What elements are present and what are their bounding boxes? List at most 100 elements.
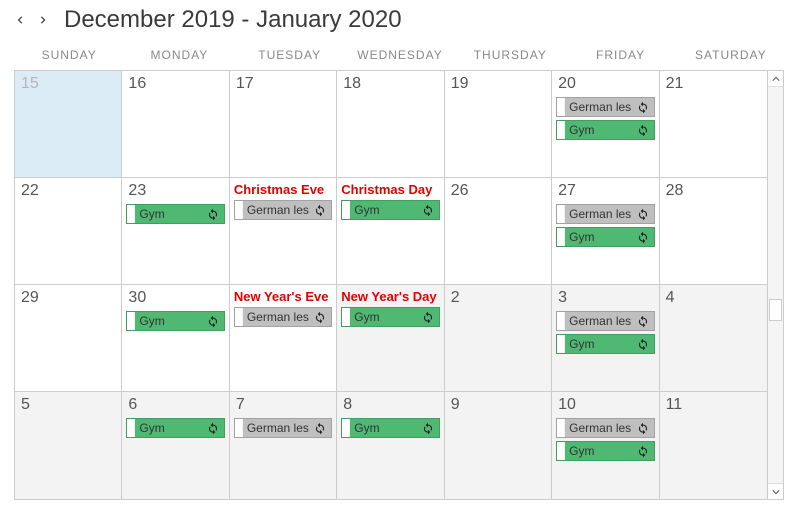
event-status-stripe — [127, 419, 135, 437]
event-label: Gym — [135, 314, 204, 328]
recurring-icon — [420, 202, 436, 218]
event-gym[interactable]: Gym — [126, 204, 224, 224]
calendar-cell[interactable]: 18 — [337, 71, 444, 178]
day-number: 9 — [451, 396, 460, 414]
event-german-lesson[interactable]: German les — [234, 307, 332, 327]
event-german-lesson[interactable]: German les — [556, 204, 654, 224]
calendar-cell[interactable]: 2 — [445, 285, 552, 392]
weekday-header-row: SUNDAY MONDAY TUESDAY WEDNESDAY THURSDAY… — [0, 46, 800, 70]
event-label: German les — [565, 100, 634, 114]
day-number: 15 — [21, 75, 39, 93]
weekday-saturday: SATURDAY — [676, 46, 786, 70]
event-label: German les — [565, 421, 634, 435]
scroll-thumb[interactable] — [769, 299, 782, 321]
event-german-lesson[interactable]: German les — [556, 418, 654, 438]
event-gym[interactable]: Gym — [126, 418, 224, 438]
recurring-icon — [312, 420, 328, 436]
event-german-lesson[interactable]: German les — [234, 200, 332, 220]
calendar-cell[interactable]: 20 German les Gym — [552, 71, 659, 178]
calendar-cell[interactable]: 11 — [660, 392, 767, 499]
recurring-icon — [635, 99, 651, 115]
day-number: 30 — [128, 289, 146, 307]
event-label: Gym — [135, 421, 204, 435]
event-label: Gym — [350, 203, 419, 217]
vertical-scrollbar[interactable] — [768, 70, 784, 500]
calendar-cell[interactable]: 26 — [445, 178, 552, 285]
calendar-cell[interactable]: 27German lesGym — [552, 178, 659, 285]
calendar-cell[interactable]: 9 — [445, 392, 552, 499]
event-german-lesson[interactable]: German les — [234, 418, 332, 438]
event-list: Gym — [126, 311, 224, 331]
event-gym[interactable]: Gym — [556, 334, 654, 354]
next-arrow[interactable] — [36, 13, 50, 27]
event-label: Gym — [565, 230, 634, 244]
day-number: 22 — [21, 182, 39, 200]
event-gym[interactable]: Gym — [341, 307, 439, 327]
event-gym[interactable]: Gym — [556, 120, 654, 140]
event-label: Gym — [565, 444, 634, 458]
calendar-cell[interactable]: 29 — [15, 285, 122, 392]
calendar-cell[interactable]: 4 — [660, 285, 767, 392]
weekday-wednesday: WEDNESDAY — [345, 46, 455, 70]
day-number: 20 — [558, 75, 576, 93]
calendar-cell[interactable]: 7German les — [230, 392, 337, 499]
day-number: 8 — [343, 396, 352, 414]
event-gym[interactable]: Gym — [341, 200, 439, 220]
calendar-cell[interactable]: New Year's Eve German les — [230, 285, 337, 392]
event-label: German les — [243, 203, 312, 217]
calendar-cell[interactable]: 5 — [15, 392, 122, 499]
recurring-icon — [635, 420, 651, 436]
recurring-icon — [635, 229, 651, 245]
calendar-cell[interactable]: 6 Gym — [122, 392, 229, 499]
event-list: German les — [234, 200, 332, 220]
calendar-cell[interactable]: 23Gym — [122, 178, 229, 285]
recurring-icon — [312, 202, 328, 218]
scroll-down-button[interactable] — [768, 483, 783, 499]
event-status-stripe — [557, 228, 565, 246]
event-gym[interactable]: Gym — [126, 311, 224, 331]
calendar-cell[interactable]: 3German lesGym — [552, 285, 659, 392]
calendar-cell[interactable]: 17 — [230, 71, 337, 178]
calendar-cell[interactable]: 28 — [660, 178, 767, 285]
event-list: Gym — [341, 200, 439, 220]
calendar-cell[interactable]: Christmas EveGerman les — [230, 178, 337, 285]
calendar-cell[interactable]: New Year's DayGym — [337, 285, 444, 392]
day-number: 17 — [236, 75, 254, 93]
event-gym[interactable]: Gym — [556, 227, 654, 247]
day-number: 28 — [666, 182, 684, 200]
event-gym[interactable]: Gym — [556, 441, 654, 461]
event-german-lesson[interactable]: German les — [556, 97, 654, 117]
event-label: Gym — [565, 123, 634, 137]
event-list: Gym — [126, 418, 224, 438]
event-list: German les — [234, 307, 332, 327]
event-status-stripe — [557, 98, 565, 116]
event-label: German les — [565, 207, 634, 221]
calendar-cell[interactable]: 15 — [15, 71, 122, 178]
weekday-thursday: THURSDAY — [455, 46, 565, 70]
prev-arrow[interactable] — [14, 13, 28, 27]
event-german-lesson[interactable]: German les — [556, 311, 654, 331]
event-label: Gym — [350, 310, 419, 324]
event-list: Gym — [341, 307, 439, 327]
day-number: 5 — [21, 396, 30, 414]
recurring-icon — [420, 420, 436, 436]
recurring-icon — [635, 313, 651, 329]
event-label: Gym — [135, 207, 204, 221]
scroll-up-button[interactable] — [768, 71, 783, 87]
day-number: 6 — [128, 396, 137, 414]
calendar-grid: 151617181920German lesGym212223GymChrist… — [14, 70, 768, 500]
calendar-cell[interactable]: 8 Gym — [337, 392, 444, 499]
calendar-cell[interactable]: 10German lesGym — [552, 392, 659, 499]
calendar-cell[interactable]: Christmas Day Gym — [337, 178, 444, 285]
event-list: Gym — [126, 204, 224, 224]
event-list: German les Gym — [556, 97, 654, 140]
calendar-cell[interactable]: 16 — [122, 71, 229, 178]
calendar-cell[interactable]: 21 — [660, 71, 767, 178]
holiday-label: Christmas Day — [341, 182, 432, 197]
calendar-cell[interactable]: 19 — [445, 71, 552, 178]
event-label: Gym — [565, 337, 634, 351]
calendar-cell[interactable]: 22 — [15, 178, 122, 285]
holiday-label: New Year's Eve — [234, 289, 329, 304]
event-gym[interactable]: Gym — [341, 418, 439, 438]
calendar-cell[interactable]: 30 Gym — [122, 285, 229, 392]
